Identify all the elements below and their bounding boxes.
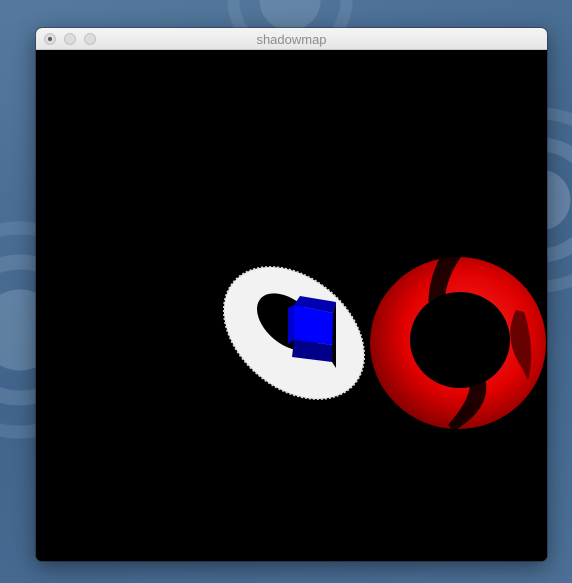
render-viewport[interactable] [36,50,547,561]
cube [288,296,336,368]
title-bar[interactable]: shadowmap [36,28,547,50]
window-title: shadowmap [256,32,327,47]
app-window: shadowmap [36,28,547,561]
scene-canvas [36,50,547,561]
